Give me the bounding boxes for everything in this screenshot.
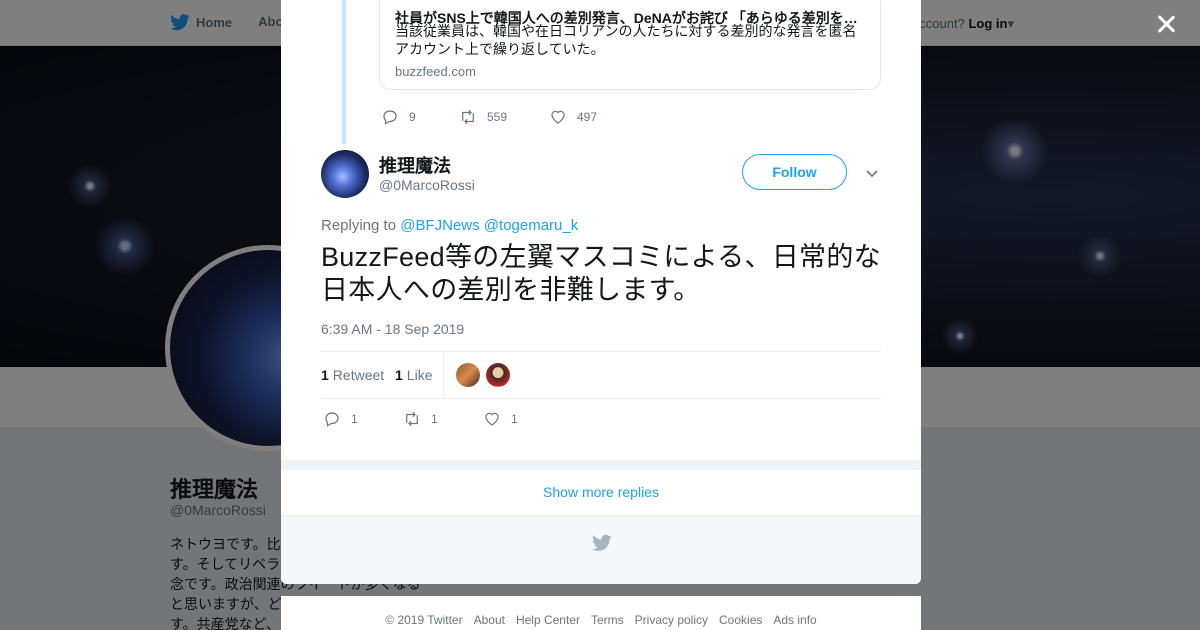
- tweet-text: BuzzFeed等の左翼マスコミによる、日常的な日本人への差別を非難します。: [321, 242, 881, 305]
- twitter-bird-icon: [592, 534, 612, 551]
- link-card[interactable]: 社員がSNS上で韓国人への差別発言、DeNAがお詫び 「あらゆる差別を… 当該従…: [379, 0, 881, 90]
- tweet-actions: 1 1 1: [323, 410, 518, 428]
- more-options-button[interactable]: [864, 165, 880, 181]
- footer-copyright: © 2019 Twitter: [385, 613, 463, 627]
- card-domain: buzzfeed.com: [395, 64, 476, 79]
- page-footer: © 2019 Twitter About Help Center Terms P…: [281, 596, 921, 630]
- mention-link[interactable]: @BFJNews: [400, 217, 479, 234]
- card-description: 当該従業員は、韓国や在日コリアンの人たちに対する差別的な発言を匿名アカウント上で…: [395, 23, 857, 57]
- like-button[interactable]: 1: [483, 410, 518, 428]
- tweet-author-handle[interactable]: @0MarcoRossi: [379, 177, 475, 193]
- avatar[interactable]: [486, 363, 510, 387]
- retweet-icon: [462, 109, 474, 125]
- heart-icon: [485, 412, 499, 426]
- replying-to: Replying to @BFJNews @togemaru_k: [321, 217, 578, 234]
- reply-count: 1: [351, 412, 358, 426]
- retweets-stat[interactable]: 1 Retweet: [321, 367, 384, 383]
- avatar[interactable]: [321, 150, 369, 198]
- replies-divider: [281, 460, 921, 470]
- mention-link[interactable]: @togemaru_k: [484, 217, 578, 234]
- retweet-count: 559: [487, 110, 508, 124]
- parent-tweet-actions: 9 559 497: [381, 108, 597, 126]
- like-count: 497: [577, 110, 598, 124]
- chevron-down-icon: [866, 170, 878, 178]
- footer-link-privacy[interactable]: Privacy policy: [635, 613, 708, 630]
- footer-link-help-center[interactable]: Help Center: [516, 613, 580, 630]
- footer-link-about[interactable]: About: [474, 613, 505, 630]
- tweet-modal: 社員がSNS上で韓国人への差別発言、DeNAがお詫び 「あらゆる差別を… 当該従…: [281, 0, 921, 584]
- follow-button[interactable]: Follow: [742, 154, 847, 190]
- likes-stat[interactable]: 1 Like: [395, 367, 432, 383]
- reply-button[interactable]: 1: [323, 410, 403, 428]
- tweet-timestamp[interactable]: 6:39 AM - 18 Sep 2019: [321, 321, 464, 337]
- retweet-button[interactable]: 1: [403, 410, 483, 428]
- like-button[interactable]: 497: [549, 108, 597, 126]
- tweet-author-name[interactable]: 推理魔法: [379, 152, 451, 178]
- likes-stat-count: 1: [395, 367, 403, 383]
- tweet-stats: 1 Retweet 1 Like: [321, 351, 881, 399]
- thread-connector: [342, 0, 346, 144]
- reply-button[interactable]: 9: [381, 108, 459, 126]
- retweet-button[interactable]: 559: [459, 108, 549, 126]
- avatar[interactable]: [456, 363, 480, 387]
- retweets-stat-count: 1: [321, 367, 329, 383]
- footer-link-cookies[interactable]: Cookies: [719, 613, 762, 630]
- stats-divider: [443, 352, 444, 398]
- like-count: 1: [511, 412, 518, 426]
- footer-link-terms[interactable]: Terms: [591, 613, 624, 630]
- show-more-replies-button[interactable]: Show more replies: [281, 470, 921, 516]
- reply-icon: [383, 110, 397, 125]
- replying-prefix: Replying to: [321, 217, 397, 234]
- retweet-count: 1: [431, 412, 438, 426]
- heart-icon: [551, 110, 565, 124]
- reply-icon: [325, 412, 339, 427]
- reply-count: 9: [409, 110, 416, 124]
- retweet-icon: [406, 411, 418, 427]
- retweets-stat-label: Retweet: [332, 367, 385, 383]
- close-icon[interactable]: [1152, 10, 1180, 38]
- footer-link-ads-info[interactable]: Ads info: [773, 613, 816, 630]
- likes-stat-label: Like: [406, 367, 433, 383]
